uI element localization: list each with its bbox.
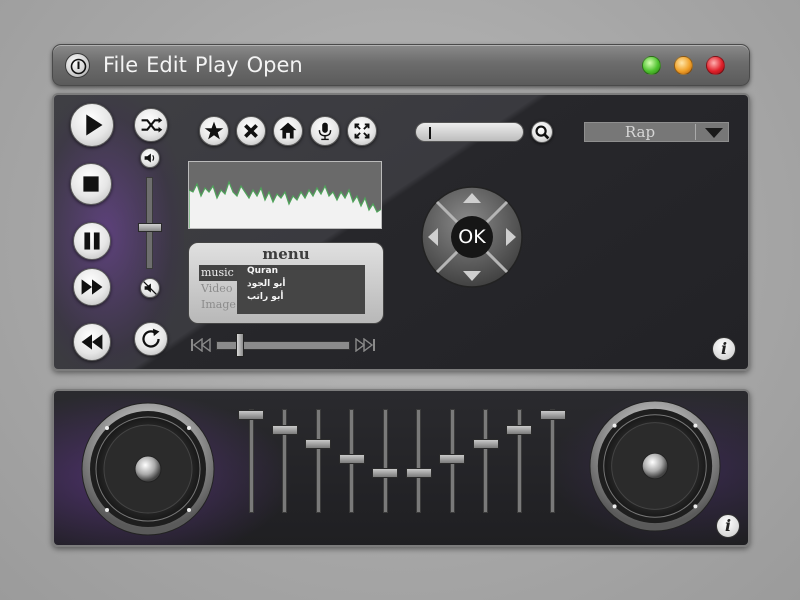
- speaker-right: [589, 400, 721, 532]
- favorite-button[interactable]: [199, 116, 229, 146]
- equalizer-panel: i: [52, 389, 750, 547]
- eq-band-thumb[interactable]: [372, 468, 398, 479]
- window-controls: [642, 56, 725, 75]
- eq-band-track[interactable]: [550, 409, 555, 513]
- fast-forward-button[interactable]: [73, 268, 111, 306]
- eq-band-thumb[interactable]: [405, 468, 432, 479]
- power-button[interactable]: [65, 53, 90, 78]
- dropdown-separator: [695, 124, 696, 140]
- fast-forward-icon: [81, 279, 103, 295]
- eq-info-button[interactable]: i: [716, 514, 740, 538]
- speaker-left: [81, 402, 215, 536]
- play-button[interactable]: [70, 103, 114, 147]
- info-button[interactable]: i: [712, 337, 736, 361]
- menu-play[interactable]: Play: [195, 52, 239, 78]
- eq-band-thumb[interactable]: [506, 424, 532, 435]
- title-bar: File Edit Play Open: [52, 44, 750, 86]
- menu-categories: music Video Image: [199, 265, 237, 313]
- waveform-graphic: [189, 180, 381, 228]
- eq-band-thumb[interactable]: [271, 424, 298, 435]
- pause-icon: [84, 232, 100, 250]
- rewind-button[interactable]: [73, 323, 111, 361]
- repeat-button[interactable]: [134, 322, 168, 356]
- eq-band-track[interactable]: [483, 409, 488, 513]
- power-icon: [70, 58, 87, 75]
- eq-band-track[interactable]: [382, 409, 388, 513]
- playlist-item[interactable]: أبو الجود: [237, 278, 365, 291]
- search-icon: [535, 125, 550, 140]
- genre-select-value: Rap: [624, 123, 656, 141]
- fullscreen-button[interactable]: [347, 116, 377, 146]
- eq-band-track[interactable]: [315, 409, 321, 513]
- fullscreen-icon: [354, 123, 370, 139]
- text-cursor: [429, 127, 431, 139]
- rewind-icon: [81, 334, 103, 350]
- eq-band-thumb[interactable]: [472, 439, 499, 450]
- eq-band-track[interactable]: [248, 409, 254, 513]
- repeat-icon: [142, 328, 160, 348]
- minimize-light[interactable]: [642, 56, 661, 75]
- home-icon: [279, 122, 297, 139]
- microphone-icon: [318, 122, 332, 141]
- eq-band-track[interactable]: [416, 409, 421, 513]
- eq-band-thumb[interactable]: [305, 439, 331, 450]
- category-music[interactable]: music: [199, 265, 237, 281]
- menu-title: menu: [262, 245, 310, 263]
- stop-icon: [83, 176, 99, 192]
- stop-button[interactable]: [70, 163, 112, 205]
- skip-back-icon[interactable]: [190, 338, 212, 352]
- eq-band-thumb[interactable]: [238, 410, 264, 421]
- playlist-item[interactable]: Quran: [237, 265, 365, 278]
- navigation-dpad: OK: [420, 185, 524, 289]
- menu-open[interactable]: Open: [247, 52, 303, 78]
- media-menu: menu music Video Image Quran أبو الجود أ…: [188, 242, 384, 324]
- player-panel: menu music Video Image Quran أبو الجود أ…: [52, 93, 750, 371]
- dpad-graphic: [421, 186, 523, 288]
- close-light[interactable]: [706, 56, 725, 75]
- waveform-display: [188, 161, 382, 229]
- eq-band-thumb[interactable]: [439, 453, 465, 464]
- home-button[interactable]: [273, 116, 303, 146]
- search-input[interactable]: [415, 122, 524, 142]
- shuffle-button[interactable]: [134, 108, 168, 142]
- eq-band-thumb[interactable]: [539, 410, 566, 421]
- close-button[interactable]: [236, 116, 266, 146]
- volume-thumb[interactable]: [138, 222, 162, 232]
- genre-select[interactable]: Rap: [584, 122, 729, 142]
- menu-bar: File Edit Play Open: [103, 52, 303, 78]
- close-icon: [244, 124, 258, 138]
- search-button[interactable]: [531, 121, 553, 143]
- category-image[interactable]: Image: [199, 297, 237, 313]
- volume-icon: [144, 153, 155, 163]
- eq-band-thumb[interactable]: [338, 453, 365, 464]
- skip-forward-icon[interactable]: [354, 338, 376, 352]
- volume-button[interactable]: [140, 148, 160, 168]
- playlist-list: Quran أبو الجود أبو راتب: [237, 265, 365, 314]
- menu-file[interactable]: File: [103, 52, 138, 78]
- menu-edit[interactable]: Edit: [146, 52, 187, 78]
- play-icon: [86, 114, 103, 136]
- pause-button[interactable]: [73, 222, 111, 260]
- category-video[interactable]: Video: [199, 281, 237, 297]
- maximize-light[interactable]: [674, 56, 693, 75]
- mute-icon: [143, 281, 157, 295]
- shuffle-icon: [141, 117, 163, 133]
- dropdown-arrow-icon[interactable]: [704, 127, 724, 139]
- seek-thumb[interactable]: [236, 333, 245, 357]
- mute-button[interactable]: [140, 278, 160, 298]
- star-icon: [204, 121, 224, 140]
- microphone-button[interactable]: [310, 116, 340, 146]
- playlist-item[interactable]: أبو راتب: [237, 291, 365, 304]
